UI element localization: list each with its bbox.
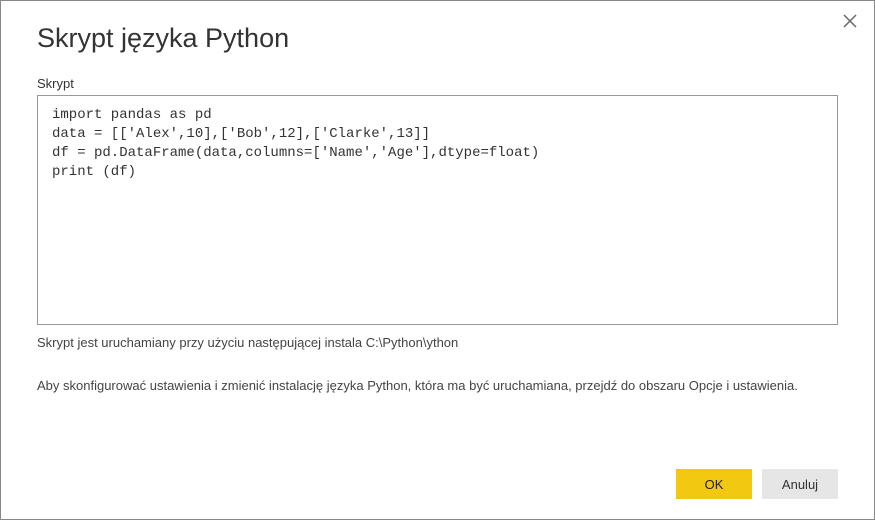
- script-label: Skrypt: [37, 76, 838, 91]
- dialog-buttons: OK Anuluj: [1, 469, 874, 519]
- close-button[interactable]: [840, 11, 860, 31]
- cancel-button[interactable]: Anuluj: [762, 469, 838, 499]
- runtime-info: Skrypt jest uruchamiany przy użyciu nast…: [37, 335, 838, 350]
- config-info: Aby skonfigurować ustawienia i zmienić i…: [37, 378, 838, 393]
- dialog-title: Skrypt języka Python: [37, 23, 838, 54]
- script-input[interactable]: [37, 95, 838, 325]
- dialog-content: Skrypt języka Python Skrypt Skrypt jest …: [1, 1, 874, 469]
- ok-button[interactable]: OK: [676, 469, 752, 499]
- close-icon: [843, 14, 857, 28]
